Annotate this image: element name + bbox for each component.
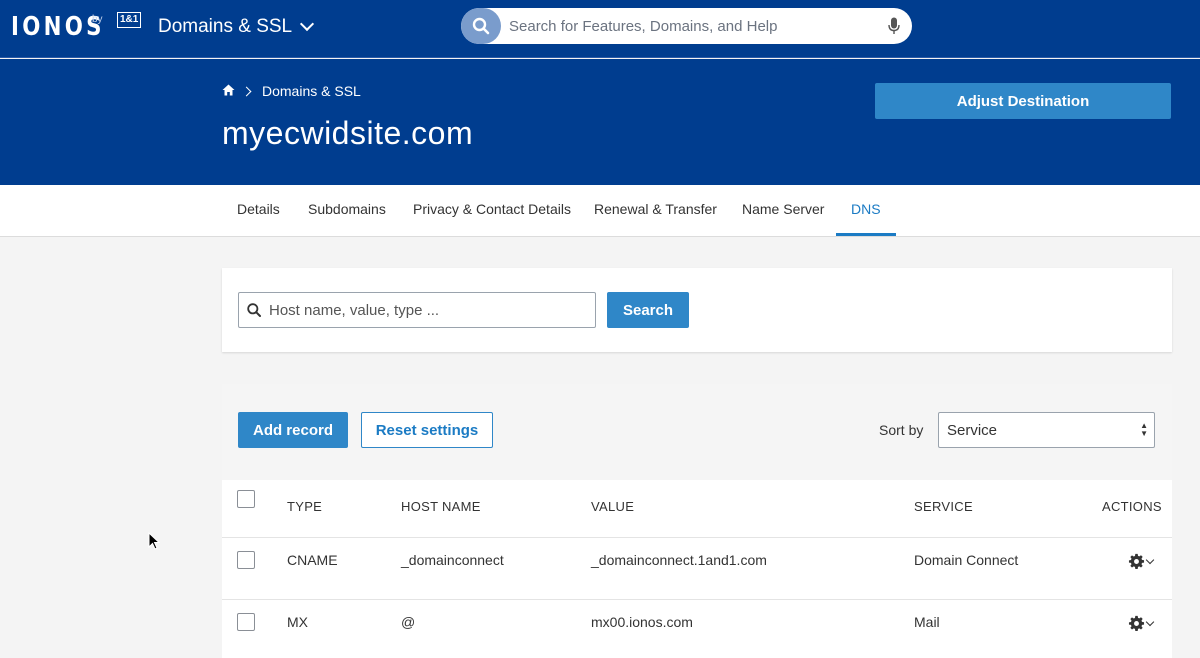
- select-arrows-icon: ▲ ▼: [1140, 421, 1148, 438]
- column-header-actions: ACTIONS: [1102, 499, 1162, 514]
- record-service: Mail: [914, 614, 940, 630]
- sort-by-label: Sort by: [879, 422, 924, 438]
- ionos-logo[interactable]: IONOS: [11, 12, 125, 42]
- chevron-down-icon: [1145, 555, 1155, 565]
- tab-privacy-contact[interactable]: Privacy & Contact Details: [398, 185, 586, 236]
- records-toolbar: Add record Reset settings Sort by Servic…: [222, 384, 1172, 480]
- record-host-name: _domainconnect: [401, 552, 504, 568]
- dns-filter-input[interactable]: [269, 293, 589, 327]
- reset-settings-button[interactable]: Reset settings: [361, 412, 493, 448]
- column-header-host-name[interactable]: HOST NAME: [401, 499, 481, 514]
- column-header-service[interactable]: SERVICE: [914, 499, 973, 514]
- sort-select[interactable]: Service ▲ ▼: [938, 412, 1155, 448]
- chevron-down-icon: [300, 16, 315, 32]
- product-menu-label: Domains & SSL: [158, 16, 293, 37]
- sort-select-value: Service: [947, 422, 998, 439]
- gear-icon: [1128, 615, 1145, 631]
- table-header: TYPE HOST NAME VALUE SERVICE ACTIONS: [222, 480, 1172, 538]
- record-value: mx00.ionos.com: [591, 614, 693, 630]
- adjust-destination-button[interactable]: Adjust Destination: [875, 83, 1171, 119]
- record-service: Domain Connect: [914, 552, 1019, 568]
- tab-renewal-transfer[interactable]: Renewal & Transfer: [579, 185, 732, 236]
- breadcrumb: Domains & SSL: [222, 83, 361, 99]
- top-navigation-bar: IONOS by 1&1 Domains & SSL: [0, 0, 1200, 58]
- table-row: MX @ mx00.ionos.com Mail: [222, 600, 1172, 658]
- microphone-icon[interactable]: [888, 17, 900, 40]
- dns-filter-card: Search: [222, 268, 1172, 352]
- breadcrumb-domains-link[interactable]: Domains & SSL: [262, 83, 361, 99]
- record-host-name: @: [401, 614, 416, 630]
- search-icon[interactable]: [461, 8, 501, 44]
- domain-header: Domains & SSL myecwidsite.com Adjust Des…: [0, 59, 1200, 185]
- domain-tabs: Details Subdomains Privacy & Contact Det…: [0, 185, 1200, 237]
- page-title: myecwidsite.com: [222, 115, 474, 151]
- row-checkbox[interactable]: [237, 613, 255, 631]
- gear-icon: [1128, 553, 1145, 569]
- global-search-bar: [461, 8, 912, 44]
- product-menu-dropdown[interactable]: Domains & SSL: [158, 16, 315, 38]
- tab-details[interactable]: Details: [222, 185, 295, 236]
- record-type: MX: [287, 614, 308, 630]
- search-icon: [247, 303, 261, 322]
- tab-name-server[interactable]: Name Server: [727, 185, 839, 236]
- mouse-cursor-icon: [148, 531, 161, 555]
- filter-field: [238, 292, 596, 328]
- add-record-button[interactable]: Add record: [238, 412, 348, 448]
- tab-dns[interactable]: DNS: [836, 185, 896, 236]
- column-header-type[interactable]: TYPE: [287, 499, 322, 514]
- column-header-value[interactable]: VALUE: [591, 499, 634, 514]
- table-row: CNAME _domainconnect _domainconnect.1and…: [222, 538, 1172, 600]
- logo-wordmark: IONOS: [11, 12, 105, 42]
- row-checkbox[interactable]: [237, 551, 255, 569]
- record-value: _domainconnect.1and1.com: [591, 552, 767, 568]
- tab-subdomains[interactable]: Subdomains: [293, 185, 401, 236]
- search-button[interactable]: Search: [607, 292, 689, 328]
- row-actions-menu[interactable]: [1128, 615, 1155, 632]
- home-icon[interactable]: [222, 83, 235, 99]
- logo-badge: 1&1: [117, 12, 142, 28]
- global-search-input[interactable]: [509, 8, 879, 44]
- chevron-right-icon: [241, 86, 252, 96]
- select-all-checkbox[interactable]: [237, 490, 255, 508]
- record-type: CNAME: [287, 552, 338, 568]
- logo-by-text: by: [92, 14, 103, 25]
- row-actions-menu[interactable]: [1128, 553, 1155, 570]
- dns-records-card: Add record Reset settings Sort by Servic…: [222, 384, 1172, 658]
- chevron-down-icon: [1145, 617, 1155, 627]
